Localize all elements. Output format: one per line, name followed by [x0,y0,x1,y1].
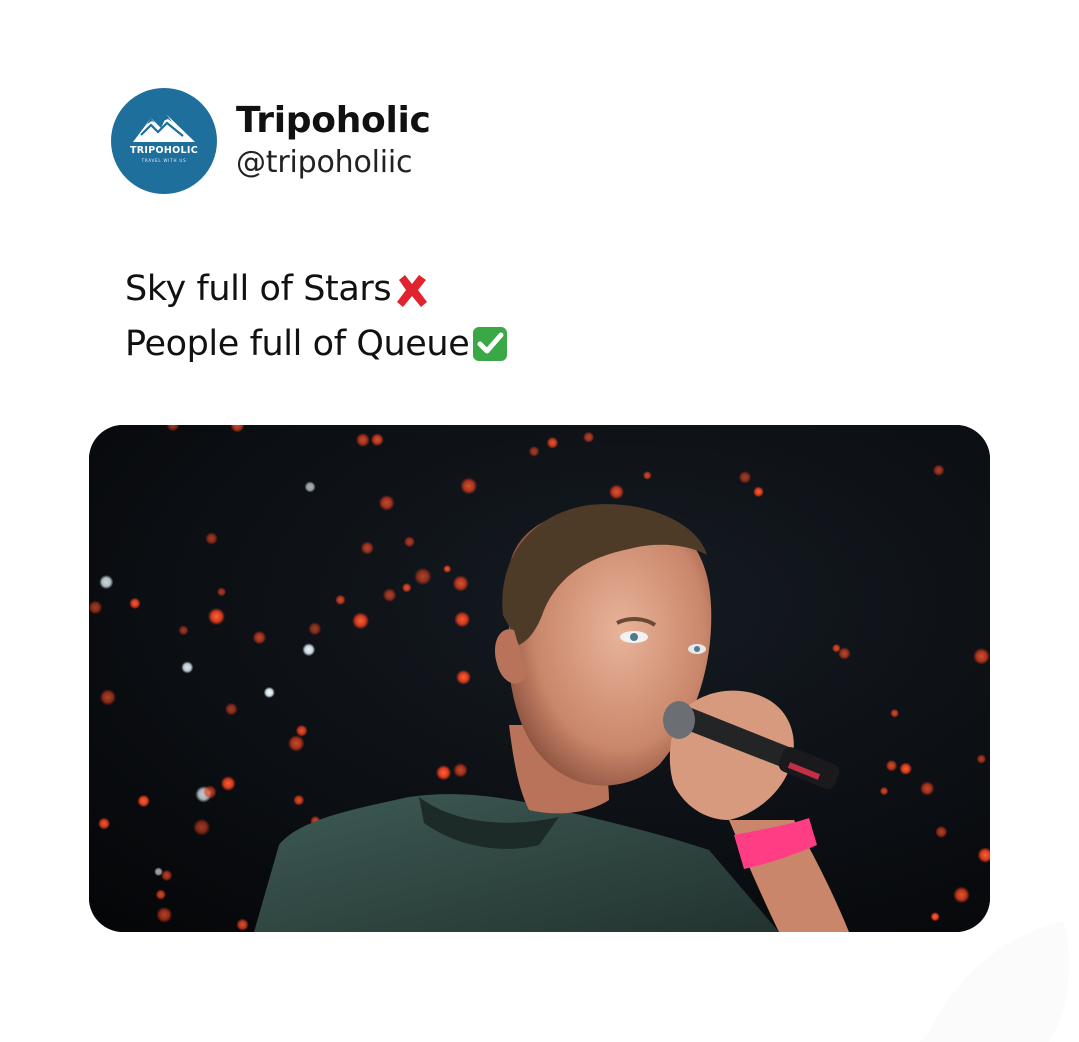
bokeh-light [832,643,841,653]
post-header: TRIPOHOLIC TRAVEL WITH US Tripoholic @tr… [111,88,431,194]
bokeh-light [220,776,236,791]
bokeh-light [155,889,166,900]
bokeh-light [443,564,452,573]
bokeh-light [360,541,374,555]
display-name[interactable]: Tripoholic [236,99,431,143]
post-text-line: Sky full of Stars [125,262,509,317]
bokeh-light [304,481,316,493]
bokeh-light [370,433,384,447]
bokeh-light [161,869,173,882]
bokeh-light [382,588,397,602]
bokeh-light [753,486,764,498]
post-text-line-1: Sky full of Stars [125,269,392,309]
avatar[interactable]: TRIPOHOLIC TRAVEL WITH US [111,88,217,194]
bokeh-light [263,686,275,699]
bokeh-light [935,825,948,838]
bokeh-light [295,724,308,737]
bokeh-light [976,754,987,764]
author-identity: Tripoholic @tripoholiic [236,99,431,183]
bokeh-light [252,630,267,645]
bokeh-light [435,765,452,781]
post-text-line: People full of Queue [125,317,509,372]
bokeh-light [738,471,752,484]
bokeh-light [953,886,970,904]
bokeh-light [129,597,141,610]
bokeh-light [293,794,305,806]
bokeh-light [879,786,889,796]
mountain-logo-icon [133,115,195,142]
avatar-brand-text: TRIPOHOLIC [130,145,198,156]
bokeh-light [401,582,412,593]
bokeh-light [224,702,238,716]
bokeh-light [378,495,395,511]
bokeh-light [137,794,150,808]
bokeh-light [156,906,173,923]
bokeh-light [89,600,103,615]
bokeh-light [528,446,540,457]
bokeh-light [207,607,226,626]
bokeh-light [202,785,217,799]
bokeh-light [181,661,194,674]
bokeh-light [99,689,117,706]
concert-singer-photo [89,425,990,932]
check-mark-button-icon [473,326,508,361]
post-image[interactable] [89,425,990,932]
user-handle[interactable]: @tripoholiic [236,143,431,183]
bokeh-light [287,735,305,752]
bokeh-light [609,484,624,500]
bokeh-light [973,647,990,665]
corner-watermark-smudge [919,922,1069,1042]
bokeh-light [452,575,469,592]
bokeh-light [932,464,945,477]
bokeh-light [456,669,471,685]
post-text: Sky full of Stars People full of Queue [125,262,509,372]
bokeh-light [890,708,899,718]
bokeh-light [236,918,249,931]
bokeh-light [98,817,111,830]
bokeh-light [583,431,595,443]
tweet-card: TRIPOHOLIC TRAVEL WITH US Tripoholic @tr… [0,0,1079,1042]
bokeh-light [414,567,432,586]
bokeh-light [205,532,218,545]
bokeh-light [99,575,114,590]
bokeh-light [308,622,322,636]
bokeh-light [454,611,471,628]
bokeh-light [335,594,346,606]
bokeh-light [178,625,189,636]
bokeh-light [899,762,912,775]
bokeh-light [460,477,478,495]
bokeh-light [642,471,652,480]
bokeh-light [453,763,468,778]
cross-mark-icon [397,274,428,307]
bokeh-light [193,818,211,836]
bokeh-light [546,436,559,449]
bokeh-light [302,643,316,657]
post-text-line-2: People full of Queue [125,324,470,364]
bokeh-light [355,433,370,447]
bokeh-light [404,536,415,548]
bokeh-light [885,759,898,772]
bokeh-light [216,587,227,597]
bokeh-light [352,612,370,630]
avatar-tagline-text: TRAVEL WITH US [141,158,187,163]
bokeh-light [920,781,935,796]
